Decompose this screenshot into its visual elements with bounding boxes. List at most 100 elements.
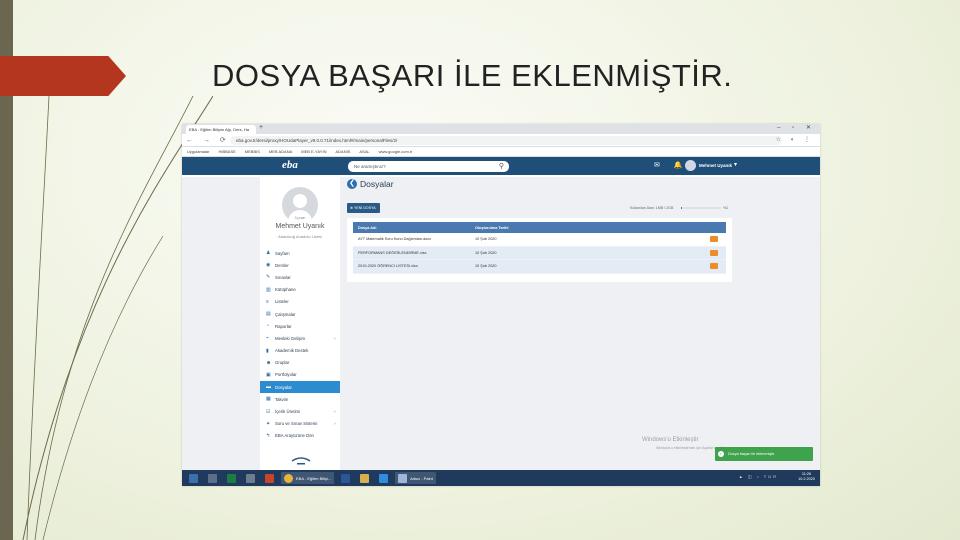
chevron-down-icon[interactable]: ˅ [334, 421, 336, 426]
list-icon: ≡ [266, 298, 269, 305]
new-file-button[interactable]: ⊕ YENİ DOSYA [347, 203, 380, 213]
table-row[interactable]: 2019-2020 ÖĞRENCİ LİSTESİ.xlsx 10 Şub 20… [353, 260, 726, 274]
table-row[interactable]: PERFORMANS DEĞERLENDİRME.xlsx 10 Şub 202… [353, 246, 726, 260]
url-field[interactable]: eba.gov.tr/dersi/proxy/HOUdaPlayer_v9.0.… [230, 136, 782, 145]
eba-header: eba Ne aramıştınız? ⚲ ✉ 🔔 Mehmet Uyanık … [182, 157, 820, 175]
work-icon: ▤ [266, 311, 271, 318]
bookmark-item[interactable]: MEB ADANA [269, 149, 292, 154]
calendar-icon: ▦ [266, 396, 271, 403]
table-row[interactable]: AYT Matematik Soru Konu Dağılımları.docx… [353, 233, 726, 247]
file-name[interactable]: AYT Matematik Soru Konu Dağılımları.docx [353, 237, 475, 241]
windows-start-icon[interactable] [186, 472, 201, 484]
chrome-icon [284, 473, 293, 483]
bookmark-item[interactable]: ADANIS [335, 149, 350, 154]
sidebar-item-label: Gruplar [275, 360, 290, 366]
bookmark-item[interactable]: Uygulamalar [187, 149, 209, 154]
activation-watermark: Windows'u Etkinleştir [642, 437, 699, 443]
sidebar-item-label: Kütüphane [275, 287, 296, 293]
sidebar-item-chart[interactable]: ▮ Akademik Destek [260, 345, 340, 357]
chevron-down-icon[interactable]: ▾ [734, 161, 737, 168]
sidebar-item-checkbox[interactable]: ☑ İçerik Üretimi ˅ [260, 405, 340, 417]
eba-search-input[interactable]: Ne aramıştınız? ⚲ [348, 161, 509, 172]
folder-icon[interactable] [357, 472, 372, 484]
bookmark-item[interactable]: MEBBIS [245, 149, 260, 154]
slide-title: DOSYA BAŞARI İLE EKLENMİŞTİR. [212, 58, 733, 93]
browser-menu-icons[interactable]: ☆ ◐ ⋮ [776, 136, 814, 143]
slide-arrow-decoration [0, 56, 126, 96]
file-name[interactable]: 2019-2020 ÖĞRENCİ LİSTESİ.xlsx [353, 264, 475, 268]
user-avatar[interactable] [685, 160, 696, 171]
sidebar-item-report[interactable]: ◔ Raporlar [260, 320, 340, 332]
pencil-icon: ✎ [266, 274, 271, 281]
storage-quota-percent: %1 [723, 206, 729, 210]
success-toast[interactable]: ✓ Dosya başarı ile eklenmiştir. [715, 447, 813, 461]
word-icon[interactable] [338, 472, 353, 484]
file-date: 10 Şub 2020 [475, 264, 497, 269]
exam-icon: ✦ [266, 420, 271, 427]
task-view-icon[interactable] [205, 472, 220, 484]
sidebar-item-lessons[interactable]: ◉ Dersler [260, 259, 340, 271]
files-panel: ❮ Dosyalar ⊕ YENİ DOSYA Kullanılan Alan:… [347, 179, 740, 282]
new-tab-button[interactable]: + [259, 124, 263, 131]
sidebar-item-work[interactable]: ▤ Çalışmalar [260, 308, 340, 320]
chevron-down-icon[interactable]: ˅ [334, 409, 336, 414]
file-action-icon[interactable] [710, 249, 718, 256]
back-icon[interactable]: ❮ [347, 179, 357, 189]
taskbar-clock[interactable]: 11:26 10.2.2020 [798, 472, 815, 482]
sidebar-item-person[interactable]: ♟ Sayfam [260, 247, 340, 259]
chevron-down-icon[interactable]: ˅ [334, 336, 336, 341]
calculator-icon[interactable] [243, 472, 258, 484]
folder-icon: ▬ [266, 384, 271, 391]
taskbar-chrome-label: EBA - Eğitim Bilişi... [296, 475, 332, 481]
search-icon[interactable]: ⚲ [499, 162, 504, 170]
sidebar-item-group[interactable]: ☻ Gruplar [260, 357, 340, 369]
checkbox-icon: ☑ [266, 408, 271, 415]
bookmark-item[interactable]: MEB E-YAYIN [301, 149, 326, 154]
user-name[interactable]: Mehmet Uyanık [699, 163, 732, 168]
sidebar-item-portfolio[interactable]: ▣ Portfolyolar [260, 369, 340, 381]
taskbar-paint-window[interactable]: Adsız - Paint [395, 472, 436, 484]
files-table: Dosya Adı Oluşturulma Tarihi AYT Matemat… [347, 218, 732, 282]
sidebar-item-label: Sınavlar [275, 274, 291, 280]
system-tray[interactable]: ▲ ◫ ♪ TÜR [739, 474, 778, 479]
growth-icon: ⌁ [266, 335, 270, 342]
sidebar-item-label: Çalışmalar [275, 311, 296, 317]
sidebar-item-folder[interactable]: ▬ Dosyalar [260, 381, 340, 394]
file-action-icon[interactable] [710, 236, 718, 243]
paint-icon [398, 473, 408, 483]
sidebar-item-label: Listeler [275, 299, 289, 305]
bookmark-item[interactable]: www.google.com.tr [379, 149, 413, 154]
sidebar-item-calendar[interactable]: ▦ Takvim [260, 393, 340, 405]
eba-search-placeholder: Ne aramıştınız? [354, 164, 386, 169]
file-name[interactable]: PERFORMANS DEĞERLENDİRME.xlsx [353, 251, 475, 255]
column-header-date[interactable]: Oluşturulma Tarihi [475, 226, 710, 230]
sidebar-item-growth[interactable]: ⌁ Mesleki Gelişim ˅ [260, 332, 340, 344]
browser-tab[interactable]: EBA - Eğitim Bilişim Ağı, Ders, Ha [186, 125, 256, 134]
ie-icon[interactable] [376, 472, 391, 484]
sidebar-item-exam[interactable]: ✦ Soru ve Sınav Sistemi ˅ [260, 418, 340, 430]
bookmark-item[interactable]: ASAL [359, 149, 369, 154]
powerpoint-icon[interactable] [262, 472, 277, 484]
bookmark-item[interactable]: HIBBASE [218, 149, 235, 154]
profile-school: Adanıkoğ Anadolu Lisesi [278, 234, 322, 239]
group-icon: ☻ [266, 359, 272, 366]
sidebar-item-list[interactable]: ≡ Listeler [260, 296, 340, 308]
message-and-bell-icons[interactable]: ✉ 🔔 [654, 161, 689, 169]
address-bar-row: ← → ⟳ ⌂ eba.gov.tr/dersi/proxy/HOUdaPlay… [182, 134, 820, 147]
sidebar-item-library[interactable]: ▥ Kütüphane [260, 284, 340, 296]
window-controls[interactable]: – ▫ ✕ [777, 124, 816, 131]
sidebar-item-label: Soru ve Sınav Sistemi [275, 421, 318, 427]
file-action-icon[interactable] [710, 263, 718, 270]
excel-icon[interactable] [224, 472, 239, 484]
column-header-name[interactable]: Dosya Adı [353, 226, 475, 230]
browser-screenshot: EBA - Eğitim Bilişim Ağı, Ders, Ha + – ▫… [182, 124, 820, 486]
sidebar-item-back[interactable]: ↰ EBA Arayüzüne Dön [260, 430, 340, 442]
sidebar-menu: ♟ Sayfam ◉ Dersler ✎ Sınavlar ▥ Kütüphane ≡ Liste… [260, 247, 340, 442]
taskbar-chrome-window[interactable]: EBA - Eğitim Bilişi... [281, 472, 335, 484]
meb-logo [291, 457, 311, 465]
table-header: Dosya Adı Oluşturulma Tarihi [353, 222, 726, 233]
sidebar-item-label: Portfolyolar [275, 372, 297, 378]
sidebar-item-label: Takvim [275, 396, 289, 402]
eba-logo[interactable]: eba [282, 159, 298, 171]
sidebar-item-pencil[interactable]: ✎ Sınavlar [260, 271, 340, 283]
